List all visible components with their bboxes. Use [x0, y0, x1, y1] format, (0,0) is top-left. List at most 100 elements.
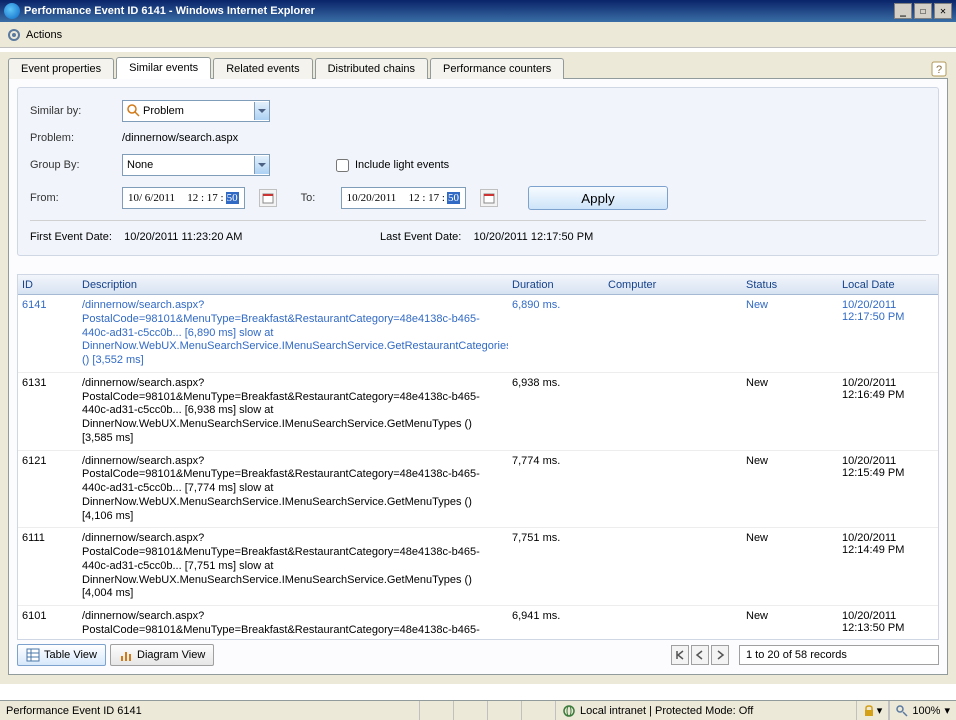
group-by-label: Group By: [30, 159, 122, 171]
cell-status: New [742, 608, 838, 624]
help-icon[interactable]: ? [930, 60, 948, 78]
col-local-date[interactable]: Local Date [838, 277, 916, 293]
cell-local-date: 10/20/201112:14:49 PM [838, 530, 916, 558]
include-light-label: Include light events [355, 159, 449, 171]
last-event-value: 10/20/2011 12:17:50 PM [474, 231, 594, 243]
apply-button[interactable]: Apply [528, 186, 668, 210]
chevron-down-icon[interactable] [254, 102, 269, 120]
first-page-button[interactable] [671, 645, 689, 665]
table-row[interactable]: 6131/dinnernow/search.aspx?PostalCode=98… [18, 373, 938, 451]
cell-local-date: 10/20/201112:17:50 PM [838, 297, 916, 325]
calendar-icon[interactable] [480, 189, 498, 207]
group-by-combo[interactable]: None [122, 154, 270, 176]
tab-performance-counters[interactable]: Performance counters [430, 58, 564, 79]
divider [30, 220, 926, 221]
cell-id: 6111 [18, 530, 78, 546]
prev-page-button[interactable] [691, 645, 709, 665]
svg-text:?: ? [936, 64, 942, 76]
ie-icon [4, 3, 20, 19]
cell-description: /dinnernow/search.aspx?PostalCode=98101&… [78, 375, 508, 448]
tab-similar-events[interactable]: Similar events [116, 57, 211, 79]
table-row[interactable]: 6141/dinnernow/search.aspx?PostalCode=98… [18, 295, 938, 373]
cell-status: New [742, 530, 838, 546]
to-label: To: [301, 192, 341, 204]
from-date-input[interactable]: 10/ 6/2011 12 : 17 : 50 [122, 187, 245, 209]
cell-computer [604, 530, 742, 534]
magnifier-icon [896, 705, 908, 717]
table-row[interactable]: 6101/dinnernow/search.aspx?PostalCode=98… [18, 606, 938, 639]
cell-id: 6131 [18, 375, 78, 391]
to-date-input[interactable]: 10/20/2011 12 : 17 : 50 [341, 187, 466, 209]
cell-duration: 7,774 ms. [508, 453, 604, 469]
maximize-button[interactable]: ☐ [914, 3, 932, 19]
col-id[interactable]: ID [18, 277, 78, 293]
filter-box: Similar by: Problem Problem: /dinnernow/… [17, 87, 939, 256]
table-body[interactable]: 6141/dinnernow/search.aspx?PostalCode=98… [18, 295, 938, 639]
tab-related-events[interactable]: Related events [213, 58, 312, 79]
include-light-checkbox[interactable]: Include light events [336, 159, 449, 172]
similar-by-combo[interactable]: Problem [122, 100, 270, 122]
close-button[interactable]: ✕ [934, 3, 952, 19]
lock-icon [863, 705, 875, 717]
zoom-cell[interactable]: 100% ▾ [889, 701, 956, 720]
cell-description: /dinnernow/search.aspx?PostalCode=98101&… [78, 530, 508, 603]
cell-computer [604, 608, 742, 612]
similar-by-value: Problem [143, 105, 254, 117]
include-light-input[interactable] [336, 159, 349, 172]
cell-duration: 6,938 ms. [508, 375, 604, 391]
chevron-down-icon[interactable] [254, 156, 269, 174]
cell-status: New [742, 375, 838, 391]
table-row[interactable]: 6121/dinnernow/search.aspx?PostalCode=98… [18, 451, 938, 529]
problem-label: Problem: [30, 132, 122, 144]
minimize-button[interactable]: _ [894, 3, 912, 19]
diagram-view-button[interactable]: Diagram View [110, 644, 214, 666]
events-table: ID Description Duration Computer Status … [17, 274, 939, 640]
problem-value: /dinnernow/search.aspx [122, 132, 238, 144]
cell-computer [604, 375, 742, 379]
cell-description: /dinnernow/search.aspx?PostalCode=98101&… [78, 608, 508, 639]
last-event-label: Last Event Date: [380, 231, 461, 243]
calendar-icon[interactable] [259, 189, 277, 207]
col-computer[interactable]: Computer [604, 277, 742, 293]
actions-label[interactable]: Actions [26, 29, 62, 41]
tab-distributed-chains[interactable]: Distributed chains [315, 58, 428, 79]
cell-computer [604, 297, 742, 301]
globe-icon [562, 704, 576, 718]
next-page-button[interactable] [711, 645, 729, 665]
footer-row: Table View Diagram View 1 to 20 of 58 re… [17, 644, 939, 666]
col-description[interactable]: Description [78, 277, 508, 293]
col-status[interactable]: Status [742, 277, 838, 293]
cell-description[interactable]: /dinnernow/search.aspx?PostalCode=98101&… [78, 297, 508, 370]
table-header: ID Description Duration Computer Status … [18, 275, 938, 295]
cell-local-date: 10/20/201112:15:49 PM [838, 453, 916, 481]
window-title: Performance Event ID 6141 - Windows Inte… [24, 5, 892, 17]
table-row[interactable]: 6111/dinnernow/search.aspx?PostalCode=98… [18, 528, 938, 606]
cell-local-date: 10/20/201112:16:49 PM [838, 375, 916, 403]
col-duration[interactable]: Duration [508, 277, 604, 293]
tab-row: Event properties Similar events Related … [8, 52, 948, 78]
cell-duration: 6,941 ms. [508, 608, 604, 624]
table-view-label: Table View [44, 649, 97, 661]
actions-toolbar: Actions [0, 22, 956, 48]
window-titlebar[interactable]: Performance Event ID 6141 - Windows Inte… [0, 0, 956, 22]
cell-local-date: 10/20/201112:13:50 PM [838, 608, 916, 636]
first-event-label: First Event Date: [30, 231, 112, 243]
cell-description: /dinnernow/search.aspx?PostalCode=98101&… [78, 453, 508, 526]
security-lock-cell[interactable]: ▾ [857, 701, 890, 720]
gear-icon [6, 27, 22, 43]
diagram-view-label: Diagram View [137, 649, 205, 661]
cell-id: 6121 [18, 453, 78, 469]
status-security: Local intranet | Protected Mode: Off [556, 701, 857, 720]
status-bar: Performance Event ID 6141 Local intranet… [0, 700, 956, 720]
status-page: Performance Event ID 6141 [0, 701, 420, 720]
cell-status: New [742, 453, 838, 469]
cell-computer [604, 453, 742, 457]
cell-duration: 6,890 ms. [508, 297, 604, 313]
first-event-value: 10/20/2011 11:23:20 AM [124, 231, 242, 243]
tab-event-properties[interactable]: Event properties [8, 58, 114, 79]
group-by-value: None [127, 159, 254, 171]
from-label: From: [30, 192, 122, 204]
cell-status: New [742, 297, 838, 313]
table-view-button[interactable]: Table View [17, 644, 106, 666]
similar-by-label: Similar by: [30, 105, 122, 117]
